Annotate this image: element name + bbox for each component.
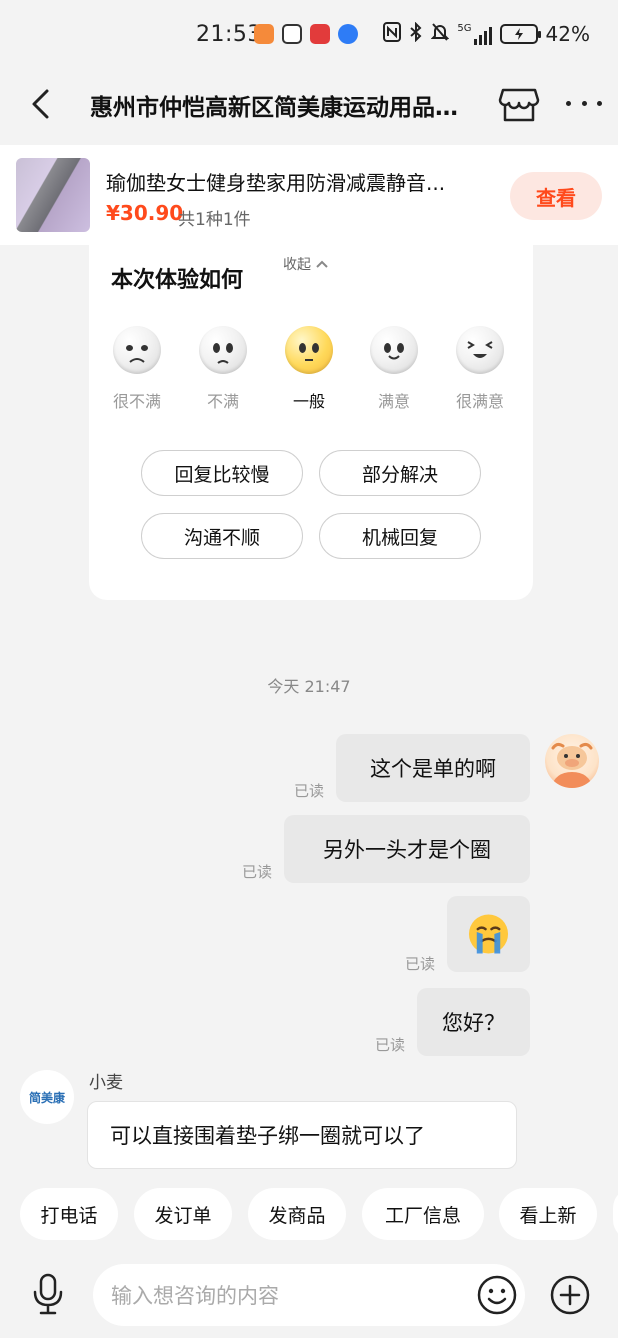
shop-button[interactable] <box>497 82 541 126</box>
quick-action-factory-info[interactable]: 工厂信息 <box>362 1188 484 1240</box>
shop-title[interactable]: 惠州市仲恺高新区简美康运动用品... <box>90 88 460 122</box>
dot-icon <box>597 100 602 106</box>
back-arrow-icon <box>32 89 49 119</box>
shop-avatar[interactable]: 简美康 <box>20 1070 74 1124</box>
rating-label: 不满 <box>206 392 239 411</box>
product-name: 瑜伽垫女士健身垫家用防滑减震静音... <box>106 171 446 195</box>
tag-poor-communication[interactable]: 沟通不顺 <box>141 513 303 559</box>
read-receipt: 已读 <box>405 955 436 973</box>
outgoing-message[interactable]: 另外一头才是个圈 <box>284 815 530 883</box>
signal-icon: 5G <box>457 23 492 45</box>
rating-label: 很不满 <box>112 392 161 411</box>
rating-options: 很不满 不满 一般 满意 很满意 <box>89 326 533 416</box>
dot-icon <box>581 100 587 106</box>
rating-satisfied[interactable]: 满意 <box>351 326 437 412</box>
quick-actions-bar: 打电话 发订单 发商品 工厂信息 看上新 <box>0 1188 618 1242</box>
tag-mechanical-reply[interactable]: 机械回复 <box>319 513 481 559</box>
quick-action-more[interactable] <box>613 1188 618 1240</box>
emoji-icon <box>477 1275 517 1315</box>
product-price: ¥30.90 <box>106 201 184 225</box>
sender-name: 小麦 <box>89 1073 123 1093</box>
rating-label: 一般 <box>292 392 325 411</box>
message-input[interactable]: 输入想咨询的内容 <box>93 1264 525 1326</box>
store-icon <box>498 88 540 122</box>
collapse-button[interactable]: 收起 <box>283 254 329 274</box>
experience-survey-card: 本次体验如何 收起 很不满 不满 一般 满意 很满意 回复比较慢 部分解决 沟通… <box>89 240 533 600</box>
microphone-icon <box>33 1273 63 1315</box>
message-input-bar: 输入想咨询的内容 <box>0 1252 618 1338</box>
status-bar: 21:53 5G 42% <box>0 0 618 68</box>
quick-action-send-product[interactable]: 发商品 <box>248 1188 346 1240</box>
outgoing-emoji-message[interactable] <box>447 896 530 972</box>
chevron-up-icon <box>316 260 328 268</box>
plus-circle-icon <box>550 1275 590 1315</box>
product-quantity: 共1种1件 <box>178 210 251 230</box>
quick-action-send-order[interactable]: 发订单 <box>134 1188 232 1240</box>
neutral-face-icon <box>285 326 333 374</box>
more-actions-button[interactable] <box>549 1274 591 1316</box>
quick-action-new-arrivals[interactable]: 看上新 <box>499 1188 597 1240</box>
dot-icon <box>566 100 571 106</box>
rating-neutral[interactable]: 一般 <box>266 326 352 412</box>
app-notification-icon <box>254 24 274 44</box>
emoji-button[interactable] <box>476 1274 518 1316</box>
status-indicators: 5G 42% <box>383 20 590 48</box>
user-avatar[interactable] <box>545 734 599 788</box>
chat-timestamp: 今天 21:47 <box>267 677 351 696</box>
cow-avatar-icon <box>551 742 593 788</box>
outgoing-message[interactable]: 您好？ <box>417 988 530 1056</box>
app-notification-icon <box>338 24 358 44</box>
crying-face-icon <box>468 914 509 954</box>
survey-title: 本次体验如何 <box>111 268 244 293</box>
voice-input-button[interactable] <box>28 1272 68 1316</box>
read-receipt: 已读 <box>375 1036 406 1054</box>
quick-action-call[interactable]: 打电话 <box>20 1188 118 1240</box>
incoming-message[interactable]: 可以直接围着垫子绑一圈就可以了 <box>87 1101 517 1169</box>
product-image <box>16 158 90 232</box>
more-options-button[interactable] <box>566 88 602 118</box>
smile-face-icon <box>370 326 418 374</box>
bluetooth-icon <box>409 21 423 47</box>
read-receipt: 已读 <box>242 863 273 881</box>
app-notification-icon <box>310 24 330 44</box>
top-navigation: 惠州市仲恺高新区简美康运动用品... <box>0 68 618 140</box>
view-product-button[interactable]: 查看 <box>510 172 602 220</box>
tag-partially-solved[interactable]: 部分解决 <box>319 450 481 496</box>
mute-bell-icon <box>431 22 450 47</box>
collapse-label: 收起 <box>283 257 311 273</box>
battery-percent: 42% <box>545 22 590 46</box>
battery-icon <box>499 24 541 44</box>
rating-very-dissatisfied[interactable]: 很不满 <box>94 326 180 412</box>
sad-face-icon <box>199 326 247 374</box>
rating-label: 很满意 <box>455 392 504 411</box>
rating-label: 满意 <box>377 392 410 411</box>
outgoing-message[interactable]: 这个是单的啊 <box>336 734 530 802</box>
back-button[interactable] <box>22 82 58 126</box>
product-card[interactable]: 瑜伽垫女士健身垫家用防滑减震静音... ¥30.90 共1种1件 查看 <box>0 145 618 245</box>
status-time: 21:53 <box>196 22 262 47</box>
app-notification-icon <box>282 24 302 44</box>
rating-dissatisfied[interactable]: 不满 <box>180 326 266 412</box>
nfc-icon <box>383 21 402 47</box>
angry-face-icon <box>113 326 161 374</box>
rating-very-satisfied[interactable]: 很满意 <box>437 326 523 412</box>
tag-slow-reply[interactable]: 回复比较慢 <box>141 450 303 496</box>
read-receipt: 已读 <box>294 782 325 800</box>
laughing-face-icon <box>456 326 504 374</box>
